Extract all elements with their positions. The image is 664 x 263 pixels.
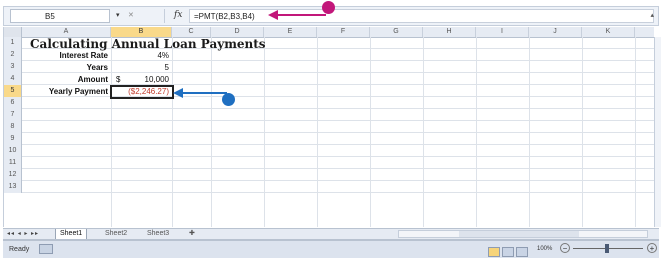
cell-callout-dot bbox=[222, 93, 235, 106]
row-header-12[interactable]: 12 bbox=[4, 169, 22, 181]
row-header-6[interactable]: 6 bbox=[4, 97, 22, 109]
value-interest-rate[interactable]: 4% bbox=[112, 50, 169, 62]
zoom-slider-thumb[interactable] bbox=[605, 244, 609, 253]
page-break-view-icon[interactable] bbox=[516, 247, 528, 257]
sheet-row: 10 bbox=[4, 145, 654, 157]
gridline bbox=[264, 37, 265, 227]
divider bbox=[164, 9, 165, 23]
column-header-g[interactable]: G bbox=[370, 27, 423, 37]
tab-sheet2[interactable]: Sheet2 bbox=[101, 229, 131, 239]
insert-function-icon[interactable]: fx bbox=[174, 10, 182, 20]
row-header-1[interactable]: 1 bbox=[4, 37, 22, 49]
sheet-row: 8 bbox=[4, 121, 654, 133]
vertical-scrollbar[interactable] bbox=[654, 37, 661, 227]
gridline bbox=[582, 37, 583, 227]
row-header-5[interactable]: 5 bbox=[4, 85, 22, 97]
macro-record-icon[interactable] bbox=[39, 244, 53, 254]
row-header-3[interactable]: 3 bbox=[4, 61, 22, 73]
gridline bbox=[211, 37, 212, 227]
formula-arrow-line bbox=[276, 14, 326, 16]
gridline bbox=[476, 37, 477, 227]
sheet-row: 12 bbox=[4, 169, 654, 181]
row-header-10[interactable]: 10 bbox=[4, 145, 22, 157]
status-bar: Ready 100% − + bbox=[3, 240, 659, 258]
gridline bbox=[370, 37, 371, 227]
scrollbar-thumb[interactable] bbox=[459, 231, 579, 237]
sheet-row: 11 bbox=[4, 157, 654, 169]
column-header-b[interactable]: B bbox=[111, 27, 172, 37]
label-amount[interactable]: Amount bbox=[24, 74, 108, 86]
select-all-corner[interactable] bbox=[4, 27, 22, 37]
status-ready: Ready bbox=[9, 246, 30, 253]
value-years[interactable]: 5 bbox=[112, 62, 169, 74]
active-cell-border bbox=[110, 85, 174, 99]
column-header-i[interactable]: I bbox=[476, 27, 529, 37]
formula-callout-dot bbox=[322, 1, 335, 14]
zoom-level[interactable]: 100% bbox=[537, 244, 552, 255]
sheet-nav-arrows-icon[interactable]: ◂◂ ◂ ▸ ▸▸ bbox=[7, 229, 39, 239]
column-header-h[interactable]: H bbox=[423, 27, 476, 37]
column-header-d[interactable]: D bbox=[211, 27, 264, 37]
gridline bbox=[317, 37, 318, 227]
column-header-l[interactable]: L bbox=[635, 27, 654, 37]
sheet-title[interactable]: Calculating Annual Loan Payments bbox=[30, 38, 266, 50]
formula-input[interactable]: =PMT(B2,B3,B4) bbox=[189, 9, 654, 23]
normal-view-icon[interactable] bbox=[488, 247, 500, 257]
sheet-row: 6 bbox=[4, 97, 654, 109]
row-header-7[interactable]: 7 bbox=[4, 109, 22, 121]
sheet-row: 13 bbox=[4, 181, 654, 193]
gridline bbox=[423, 37, 424, 227]
gridline bbox=[529, 37, 530, 227]
name-box[interactable]: B5 bbox=[10, 9, 110, 23]
cell-arrow-line bbox=[181, 92, 227, 94]
zoom-out-button[interactable]: − bbox=[560, 243, 570, 253]
column-header-f[interactable]: F bbox=[317, 27, 370, 37]
column-header-j[interactable]: J bbox=[529, 27, 582, 37]
tab-sheet1[interactable]: Sheet1 bbox=[55, 229, 88, 239]
column-header-k[interactable]: K bbox=[582, 27, 635, 37]
page-layout-view-icon[interactable] bbox=[502, 247, 514, 257]
gridline bbox=[635, 37, 636, 227]
cancel-icon[interactable]: ✕ bbox=[128, 11, 134, 19]
label-yearly-payment[interactable]: Yearly Payment bbox=[24, 86, 108, 98]
sheet-row: 7 bbox=[4, 109, 654, 121]
label-years[interactable]: Years bbox=[24, 62, 108, 74]
gridline bbox=[172, 37, 173, 227]
row-header-13[interactable]: 13 bbox=[4, 181, 22, 193]
row-header-4[interactable]: 4 bbox=[4, 73, 22, 85]
expand-formula-bar-icon[interactable]: ▴ bbox=[650, 11, 654, 19]
tab-sheet3[interactable]: Sheet3 bbox=[143, 229, 173, 239]
sheet-row: 9 bbox=[4, 133, 654, 145]
row-header-9[interactable]: 9 bbox=[4, 133, 22, 145]
label-interest-rate[interactable]: Interest Rate bbox=[24, 50, 108, 62]
column-header-e[interactable]: E bbox=[264, 27, 317, 37]
row-header-2[interactable]: 2 bbox=[4, 49, 22, 61]
column-header-a[interactable]: A bbox=[22, 27, 111, 37]
insert-sheet-icon[interactable]: ✚ bbox=[185, 229, 199, 239]
column-header-c[interactable]: C bbox=[172, 27, 211, 37]
horizontal-scrollbar[interactable] bbox=[398, 230, 648, 238]
excel-window: B5 ▾ ✕ fx =PMT(B2,B3,B4) ▴ ABCDEFGHIJKLM… bbox=[0, 0, 664, 263]
row-header-8[interactable]: 8 bbox=[4, 121, 22, 133]
worksheet-grid[interactable]: ABCDEFGHIJKLM 12345678910111213 Calculat… bbox=[3, 27, 654, 227]
zoom-in-button[interactable]: + bbox=[647, 243, 657, 253]
row-header-11[interactable]: 11 bbox=[4, 157, 22, 169]
chevron-down-icon[interactable]: ▾ bbox=[116, 11, 120, 19]
sheet-tabs-bar: ◂◂ ◂ ▸ ▸▸ Sheet1 Sheet2 Sheet3 ✚ bbox=[3, 228, 659, 240]
view-buttons bbox=[488, 244, 530, 257]
